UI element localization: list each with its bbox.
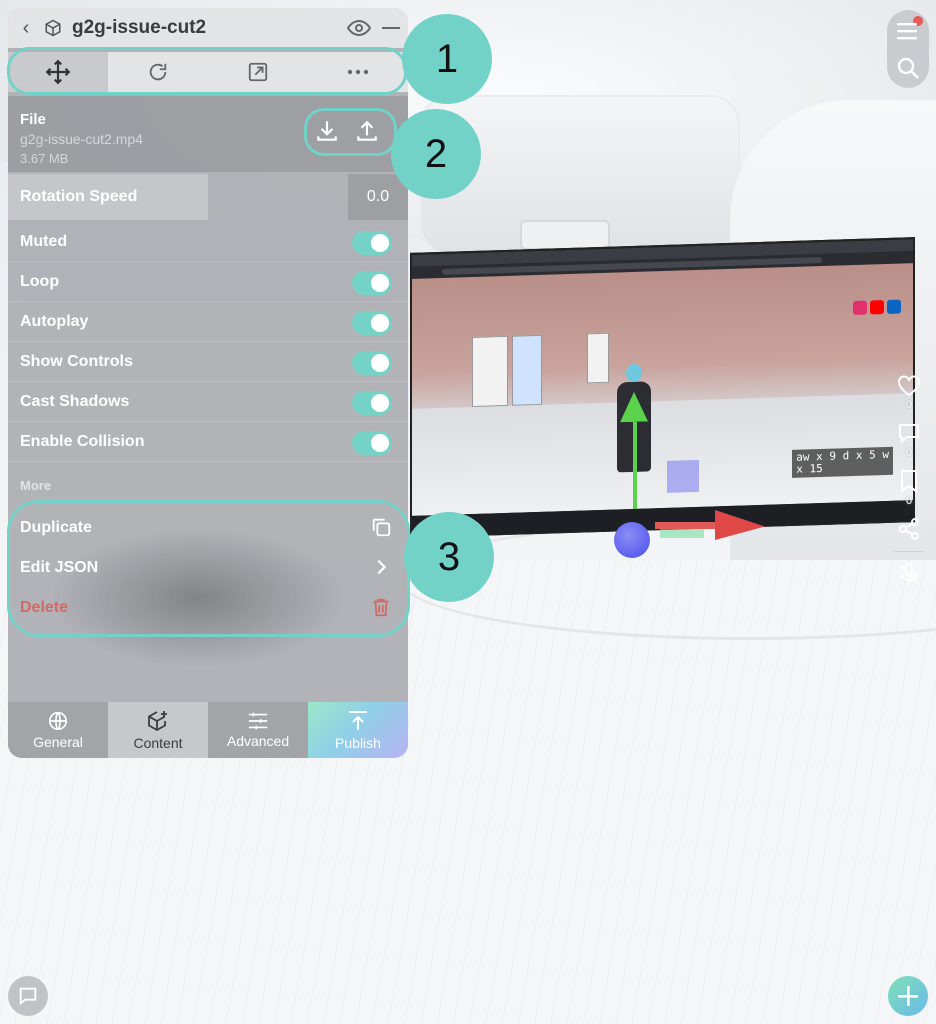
bookmark-button[interactable]: 0 — [890, 469, 928, 507]
toggle-row-loop: Loop — [8, 262, 408, 302]
like-count: 0 — [905, 399, 913, 411]
loop-toggle[interactable] — [352, 271, 392, 295]
tab-general[interactable]: General — [8, 702, 108, 758]
annotation-highlight-toolbar — [7, 47, 407, 95]
video-screen[interactable]: aw x 9 d x 5 w x 15 — [410, 237, 915, 538]
file-label: File — [20, 111, 46, 128]
add-button[interactable] — [888, 976, 928, 1016]
avatar-head — [626, 363, 642, 383]
chat-icon — [19, 987, 37, 1006]
toggle-row-muted: Muted — [8, 222, 408, 262]
rotation-speed-row: Rotation Speed 0.0 — [8, 174, 408, 220]
rail-divider — [894, 551, 924, 552]
bookmark-count: 0 — [905, 495, 913, 507]
gizmo-x-arrow[interactable] — [655, 510, 765, 540]
video-room: aw x 9 d x 5 w x 15 — [412, 263, 913, 532]
video-badge: aw x 9 d x 5 w x 15 — [792, 446, 893, 478]
rotation-speed-label: Rotation Speed — [8, 174, 208, 220]
share-icon — [899, 518, 919, 540]
search-icon[interactable] — [896, 56, 920, 85]
social-icons — [853, 299, 901, 316]
toggle-row-cast-shadows: Cast Shadows — [8, 382, 408, 422]
tab-label: Publish — [335, 735, 381, 751]
tab-label: Advanced — [226, 733, 290, 749]
top-right-menu — [887, 10, 929, 88]
toggle-label: Muted — [20, 233, 68, 250]
tab-content[interactable]: Content — [108, 702, 208, 758]
toggle-label: Cast Shadows — [20, 393, 130, 410]
toggle-row-show-controls: Show Controls — [8, 342, 408, 382]
annotation-callout-1: 1 — [402, 14, 492, 104]
annotation-highlight-more-actions — [7, 500, 410, 637]
more-section-label: More — [20, 478, 52, 493]
muted-toggle[interactable] — [352, 231, 392, 255]
file-name: g2g-issue-cut2.mp4 — [20, 131, 143, 147]
tab-advanced[interactable]: Advanced — [208, 702, 308, 758]
autoplay-toggle[interactable] — [352, 311, 392, 335]
globe-icon — [48, 711, 68, 731]
chat-button[interactable] — [8, 976, 48, 1016]
show-controls-toggle[interactable] — [352, 351, 392, 375]
like-button[interactable]: 0 — [890, 375, 928, 411]
eye-icon[interactable] — [344, 20, 374, 36]
share-button[interactable] — [890, 517, 928, 541]
cast-shadows-toggle[interactable] — [352, 391, 392, 415]
minimize-icon[interactable] — [374, 26, 408, 30]
pedestal — [520, 220, 610, 250]
file-size: 3.67 MB — [20, 151, 69, 166]
mic-toggle-button[interactable] — [890, 562, 928, 586]
tab-publish[interactable]: Publish — [308, 702, 408, 758]
cube-icon — [44, 19, 66, 37]
cube-plus-icon — [148, 711, 167, 732]
toggle-row-enable-collision: Enable Collision — [8, 422, 408, 462]
hamburger-icon[interactable] — [897, 22, 919, 45]
gizmo-center-handle[interactable] — [614, 522, 650, 558]
plus-icon — [898, 986, 918, 1006]
panel-title: g2g-issue-cut2 — [72, 17, 207, 38]
tab-label: Content — [133, 735, 183, 751]
sliders-icon — [248, 712, 268, 730]
bookmark-icon — [901, 470, 917, 493]
gizmo-cube — [667, 459, 699, 493]
mic-off-icon — [899, 563, 919, 584]
panel-header: ‹ g2g-issue-cut2 — [8, 8, 408, 48]
comment-icon — [899, 424, 919, 444]
toggle-label: Autoplay — [20, 313, 89, 330]
toggle-label: Show Controls — [20, 353, 133, 370]
comment-button[interactable]: 0 — [890, 421, 928, 459]
social-rail: 0 0 0 — [890, 375, 928, 596]
upload-icon — [349, 711, 367, 730]
enable-collision-toggle[interactable] — [352, 431, 392, 455]
annotation-callout-2: 2 — [391, 109, 481, 199]
toggle-row-autoplay: Autoplay — [8, 302, 408, 342]
tab-label: General — [33, 734, 83, 750]
back-icon[interactable]: ‹ — [8, 17, 44, 40]
toggle-label: Loop — [20, 273, 60, 290]
annotation-highlight-file-actions — [304, 108, 397, 156]
heart-icon — [898, 375, 920, 397]
panel-tabbar: General Content Advanced Publish — [8, 702, 408, 758]
toggle-label: Enable Collision — [20, 433, 145, 450]
comment-count: 0 — [905, 447, 913, 459]
annotation-callout-3: 3 — [404, 512, 494, 602]
